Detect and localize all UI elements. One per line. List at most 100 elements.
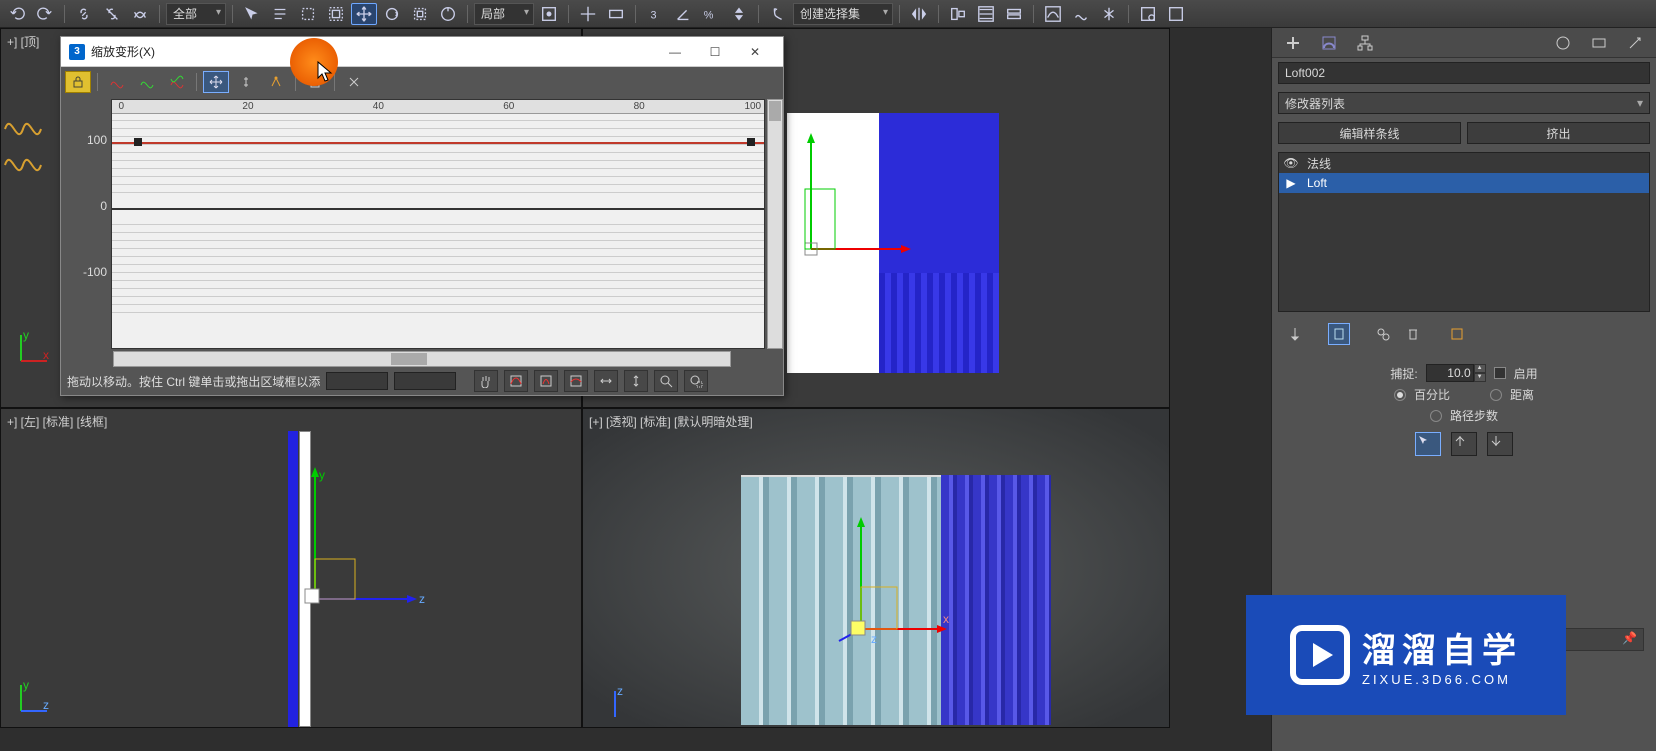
material-editor-button[interactable] xyxy=(1096,3,1122,25)
display-xy-axis-button[interactable] xyxy=(164,71,190,93)
rollout-pin-icon[interactable]: 📌 xyxy=(1622,631,1637,645)
mirror-button[interactable] xyxy=(906,3,932,25)
distance-radio[interactable] xyxy=(1490,389,1502,401)
tab-utilities[interactable] xyxy=(1622,32,1648,54)
snap-percent-button[interactable]: % xyxy=(698,3,724,25)
select-rotate-button[interactable] xyxy=(379,3,405,25)
select-by-name-button[interactable] xyxy=(267,3,293,25)
snap-angle-button[interactable] xyxy=(670,3,696,25)
snap-input[interactable] xyxy=(1426,364,1474,382)
select-place-button[interactable] xyxy=(435,3,461,25)
select-region-window-button[interactable] xyxy=(323,3,349,25)
deformation-curve[interactable] xyxy=(112,142,764,144)
enable-checkbox[interactable] xyxy=(1494,367,1506,379)
snap-spinner[interactable]: ▲▼ xyxy=(1426,364,1486,382)
status-value-2[interactable] xyxy=(394,372,456,390)
schematic-view-button[interactable] xyxy=(1068,3,1094,25)
zoom-v-extents-button[interactable] xyxy=(624,370,648,392)
modifier-row-normal[interactable]: 👁 法线 xyxy=(1279,153,1649,173)
path-steps-radio[interactable] xyxy=(1430,410,1442,422)
align-button[interactable] xyxy=(945,3,971,25)
symmetry-lock-button[interactable] xyxy=(65,71,91,93)
select-object-button[interactable] xyxy=(239,3,265,25)
select-scale-button[interactable] xyxy=(407,3,433,25)
tab-modify[interactable] xyxy=(1316,32,1342,54)
remove-modifier-button[interactable] xyxy=(1402,323,1424,345)
pick-shape-button[interactable] xyxy=(1415,432,1441,456)
snap-toggle-2d-button[interactable]: 3 xyxy=(642,3,668,25)
edit-named-sel-button[interactable] xyxy=(765,3,791,25)
undo-button[interactable] xyxy=(4,3,30,25)
select-manipulate-button[interactable] xyxy=(575,3,601,25)
minimize-button[interactable]: — xyxy=(655,38,695,66)
object-name-field[interactable]: Loft002 xyxy=(1278,62,1650,84)
close-button[interactable]: ✕ xyxy=(735,38,775,66)
selection-filter-text: 全部 xyxy=(173,5,197,22)
zoom-tool-button[interactable] xyxy=(654,370,678,392)
display-y-axis-button[interactable] xyxy=(134,71,160,93)
select-move-button[interactable] xyxy=(351,3,377,25)
display-x-axis-button[interactable] xyxy=(104,71,130,93)
svg-text:z: z xyxy=(43,698,49,712)
move-cp-button[interactable] xyxy=(203,71,229,93)
pin-stack-button[interactable] xyxy=(1284,323,1306,345)
status-value-1[interactable] xyxy=(326,372,388,390)
unlink-button[interactable] xyxy=(99,3,125,25)
axis-gizmo-br: z xyxy=(605,685,645,725)
render-setup-button[interactable] xyxy=(1135,3,1161,25)
window-titlebar[interactable]: 3 缩放变形(X) — ☐ ✕ xyxy=(61,37,783,67)
axis-gizmo-tl: y x xyxy=(13,329,53,369)
curve-editor-button[interactable] xyxy=(1040,3,1066,25)
control-point-start[interactable] xyxy=(134,138,142,146)
make-unique-button[interactable] xyxy=(1372,323,1394,345)
named-selection-dropdown[interactable]: 创建选择集 xyxy=(793,3,893,25)
modifier-row-loft[interactable]: ▶ Loft xyxy=(1279,173,1649,193)
modifier-stack[interactable]: 👁 法线 ▶ Loft xyxy=(1278,152,1650,312)
show-end-result-button[interactable] xyxy=(1328,323,1350,345)
render-frame-button[interactable] xyxy=(1163,3,1189,25)
prev-shape-button[interactable] xyxy=(1451,432,1477,456)
use-pivot-button[interactable] xyxy=(536,3,562,25)
zoom-horiz-button[interactable] xyxy=(534,370,558,392)
zoom-vert-button[interactable] xyxy=(564,370,588,392)
plot-area[interactable]: 0 20 40 60 80 100 xyxy=(111,99,765,349)
watermark-play-icon xyxy=(1290,625,1350,685)
tab-motion[interactable] xyxy=(1550,32,1576,54)
graph-h-scrollbar[interactable] xyxy=(61,351,783,367)
deformation-graph[interactable]: 100 0 -100 0 20 40 60 80 100 xyxy=(61,97,783,351)
control-point-end[interactable] xyxy=(747,138,755,146)
redo-button[interactable] xyxy=(32,3,58,25)
tab-display[interactable] xyxy=(1586,32,1612,54)
modifier-loft-label: Loft xyxy=(1307,176,1327,190)
bind-button[interactable] xyxy=(127,3,153,25)
graph-v-scrollbar[interactable] xyxy=(767,99,783,349)
reset-curve-button[interactable] xyxy=(341,71,367,93)
zoom-region-button[interactable] xyxy=(684,370,708,392)
link-button[interactable] xyxy=(71,3,97,25)
extrude-button[interactable]: 挤出 xyxy=(1467,122,1650,144)
viewport-perspective[interactable]: [+] [透视] [标准] [默认明暗处理] x z z xyxy=(582,408,1170,728)
spinner-snap-button[interactable] xyxy=(726,3,752,25)
next-shape-button[interactable] xyxy=(1487,432,1513,456)
expand-icon[interactable]: ▶ xyxy=(1283,176,1299,190)
maximize-button[interactable]: ☐ xyxy=(695,38,735,66)
toggle-ribbon-button[interactable] xyxy=(1001,3,1027,25)
modifier-list-dropdown[interactable]: 修改器列表 xyxy=(1278,92,1650,114)
select-region-rect-button[interactable] xyxy=(295,3,321,25)
percent-radio[interactable] xyxy=(1394,389,1406,401)
keyboard-shortcut-button[interactable] xyxy=(603,3,629,25)
zoom-extents-button[interactable] xyxy=(504,370,528,392)
selection-filter-dropdown[interactable]: 全部 xyxy=(166,3,226,25)
tab-hierarchy[interactable] xyxy=(1352,32,1378,54)
layer-explorer-button[interactable] xyxy=(973,3,999,25)
viewport-left[interactable]: +] [左] [标准] [线框] y z y z xyxy=(0,408,582,728)
visibility-toggle-icon[interactable]: 👁 xyxy=(1283,156,1299,170)
pan-button[interactable] xyxy=(474,370,498,392)
scale-cp-button[interactable] xyxy=(233,71,259,93)
ref-coord-dropdown[interactable]: 局部 xyxy=(474,3,534,25)
insert-cp-button[interactable] xyxy=(263,71,289,93)
tab-create[interactable] xyxy=(1280,32,1306,54)
edit-spline-button[interactable]: 编辑样条线 xyxy=(1278,122,1461,144)
zoom-h-extents-button[interactable] xyxy=(594,370,618,392)
configure-sets-button[interactable] xyxy=(1446,323,1468,345)
